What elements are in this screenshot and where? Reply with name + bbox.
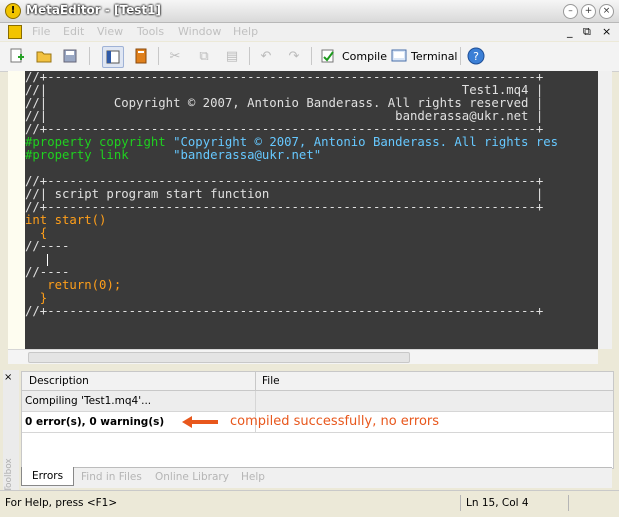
status-help-text: For Help, press <F1> [5, 497, 118, 509]
redo-icon[interactable]: ↷ [284, 46, 304, 66]
editor-gutter [8, 71, 25, 349]
svg-text:?: ? [473, 50, 479, 63]
menu-bar: File Edit View Tools Window Help _ ⧉ × [0, 23, 619, 41]
annotation-text: compiled successfully, no errors [230, 414, 440, 429]
status-position: Ln 15, Col 4 [466, 497, 529, 509]
navigator-icon[interactable] [102, 46, 124, 68]
return-arg: (0); [91, 278, 122, 292]
scrollbar-thumb[interactable] [28, 352, 410, 363]
maximize-button[interactable]: + [581, 4, 596, 19]
terminal-button[interactable]: Terminal [411, 50, 458, 63]
book-icon[interactable] [131, 46, 151, 66]
property-value: "Copyright © 2007, Antonio Banderass. Al… [173, 135, 559, 149]
code-line-property-link: #property link "banderassa@ukr.net" [25, 149, 598, 162]
toolbox-label: Toolbox [4, 458, 14, 492]
column-description[interactable]: Description [29, 375, 89, 387]
compile-icon[interactable] [318, 46, 338, 66]
code-line-int-start: int start() [25, 214, 598, 227]
mdi-close-button[interactable]: × [602, 25, 611, 38]
code-line: //+-------------------------------------… [25, 304, 544, 318]
code-editor[interactable]: //+-------------------------------------… [8, 71, 598, 349]
output-header: Description File [22, 372, 613, 391]
menu-help[interactable]: Help [233, 25, 258, 38]
tab-errors[interactable]: Errors [21, 467, 75, 486]
minimize-button[interactable]: – [563, 4, 578, 19]
mdi-restore-button[interactable]: ⧉ [583, 25, 591, 39]
compile-button[interactable]: Compile [342, 50, 387, 63]
row-description: 0 error(s), 0 warning(s) [25, 416, 165, 428]
keyword-return: return [25, 278, 92, 292]
toolbox-close-icon[interactable]: × [4, 372, 12, 383]
function-start: start() [47, 213, 107, 227]
toolbar: ✂ ⧉ ▤ ↶ ↷ Compile Terminal ? [0, 42, 619, 72]
keyword-int: int [25, 213, 48, 227]
code-area[interactable]: //+-------------------------------------… [25, 71, 598, 349]
tab-find-in-files[interactable]: Find in Files [81, 471, 142, 483]
horizontal-scrollbar[interactable] [8, 349, 598, 364]
menu-edit[interactable]: Edit [63, 25, 84, 38]
menu-tools[interactable]: Tools [137, 25, 164, 38]
app-icon: ! [5, 3, 21, 19]
text-cursor [47, 253, 49, 266]
new-file-icon[interactable] [7, 46, 27, 66]
property-keyword: #property link [25, 148, 129, 162]
terminal-icon[interactable] [389, 46, 409, 66]
row-description: Compiling 'Test1.mq4'... [25, 395, 152, 407]
menu-view[interactable]: View [97, 25, 123, 38]
arrow-left-icon [182, 416, 218, 428]
title-bar: ! MetaEditor - [Test1] – + × [0, 0, 619, 23]
window-title: MetaEditor - [Test1] [26, 3, 161, 17]
toolbox-tabs: Errors Find in Files Online Library Help [21, 467, 612, 488]
cut-icon[interactable]: ✂ [165, 46, 185, 66]
code-line: //+-------------------------------------… [25, 200, 544, 214]
property-value: "banderassa@ukr.net" [173, 148, 322, 162]
code-line-brace: { [25, 226, 48, 240]
column-file[interactable]: File [262, 375, 280, 387]
property-keyword: #property copyright [25, 135, 166, 149]
paste-icon[interactable]: ▤ [222, 46, 242, 66]
tab-online-library[interactable]: Online Library [155, 471, 229, 483]
copy-icon[interactable]: ⧉ [194, 46, 214, 66]
code-line-cursor [25, 253, 598, 266]
code-line: //---- [25, 239, 70, 253]
table-row[interactable]: Compiling 'Test1.mq4'... [22, 391, 613, 411]
save-icon[interactable] [60, 46, 80, 66]
status-bar: For Help, press <F1> Ln 15, Col 4 [0, 490, 619, 517]
document-icon[interactable] [8, 25, 22, 39]
undo-icon[interactable]: ↶ [256, 46, 276, 66]
code-line-return: return(0); [25, 279, 598, 292]
help-icon[interactable]: ? [466, 46, 486, 66]
menu-file[interactable]: File [32, 25, 50, 38]
open-folder-icon[interactable] [34, 46, 54, 66]
menu-window[interactable]: Window [178, 25, 221, 38]
close-button[interactable]: × [599, 4, 614, 19]
vertical-scrollbar[interactable] [598, 71, 612, 349]
tab-help[interactable]: Help [241, 471, 265, 483]
mdi-minimize-button[interactable]: _ [567, 25, 573, 38]
